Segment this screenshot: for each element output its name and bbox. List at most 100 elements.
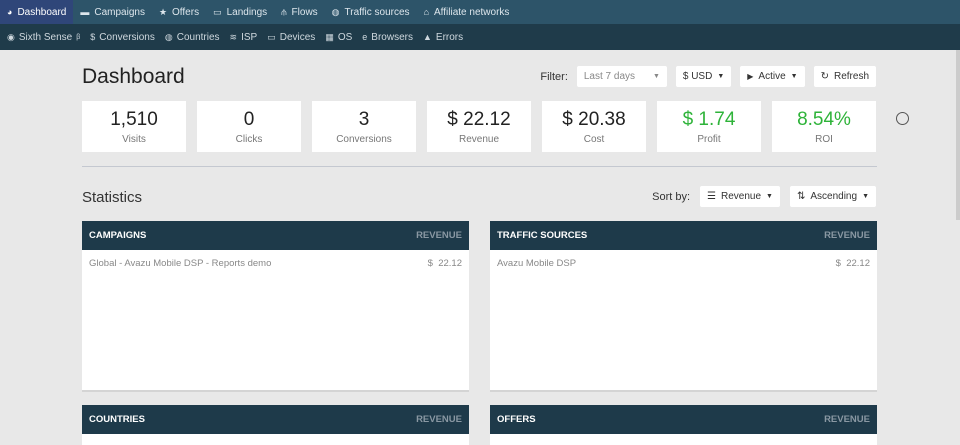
play-icon: ▶	[747, 72, 754, 81]
column-header-revenue[interactable]: REVENUE	[824, 230, 870, 241]
status-value: Active	[758, 71, 786, 82]
caret-down-icon: ▼	[862, 193, 869, 200]
row-value: $ 22.12	[427, 258, 462, 269]
scrollbar[interactable]	[956, 50, 960, 220]
column-header-revenue[interactable]: REVENUE	[824, 414, 870, 425]
nav-item-label: Dashboard	[17, 6, 67, 18]
nav-item-isp[interactable]: ≋ ISP	[225, 24, 263, 50]
stat-value: $ 1.74	[682, 109, 736, 130]
panel-title: CAMPAIGNS	[89, 230, 147, 241]
stat-card-revenue: $ 22.12 Revenue	[427, 101, 531, 152]
stat-value: 0	[243, 109, 255, 130]
briefcase-icon: ▬	[80, 7, 90, 17]
windows-icon: ▦	[325, 31, 334, 42]
stat-label: Revenue	[458, 134, 500, 145]
nav-item-dashboard[interactable]: ◕ Dashboard	[0, 0, 74, 24]
globe-icon: ◍	[331, 6, 340, 17]
stat-value: 3	[358, 109, 370, 130]
status-select[interactable]: ▶ Active ▼	[740, 66, 805, 87]
panel-title: OFFERS	[497, 414, 536, 425]
stat-label: Visits	[122, 134, 146, 145]
globe-icon: ◍	[164, 31, 173, 42]
bank-icon: ⌂	[423, 7, 429, 17]
stat-label: Profit	[697, 134, 721, 145]
stat-card-visits: 1,510 Visits	[82, 101, 186, 152]
beta-badge: β	[76, 33, 81, 41]
sort-bar: Sort by: ☰ Revenue ▼ ⇅ Ascending ▼	[652, 186, 876, 207]
nav-item-label: Traffic sources	[344, 6, 410, 18]
nav-item-countries[interactable]: ◍ Countries	[160, 24, 225, 50]
nav-item-landings[interactable]: ▭ Landings	[206, 0, 274, 24]
date-range-select[interactable]: Last 7 days ▼	[576, 66, 667, 87]
nav-item-traffic-sources[interactable]: ◍ Traffic sources	[325, 0, 417, 24]
ie-icon: e	[362, 32, 368, 42]
stat-card-cost: $ 20.38 Cost	[542, 101, 646, 152]
page-title: Dashboard	[82, 65, 185, 88]
refresh-label: Refresh	[833, 71, 869, 82]
stat-label: Conversions	[336, 134, 392, 145]
warning-icon: ▲	[422, 32, 432, 42]
stat-card-conversions: 3 Conversions	[312, 101, 416, 152]
summary-cards: 1,510 Visits 0 Clicks 3 Conversions $ 22.12 Rev…	[82, 101, 876, 152]
currency-value: $ USD	[682, 71, 713, 82]
sort-order-select[interactable]: ⇅ Ascending ▼	[789, 186, 876, 207]
cursor-indicator	[896, 112, 909, 125]
refresh-button[interactable]: ↻ Refresh	[813, 66, 876, 87]
panel-header: OFFERS REVENUE	[490, 405, 877, 434]
nav-item-label: Affiliate networks	[434, 6, 510, 18]
nav-item-label: Flows	[291, 6, 318, 18]
sort-ascending-icon: ⇅	[796, 191, 806, 202]
caret-down-icon: ▼	[790, 73, 798, 80]
nav-item-campaigns[interactable]: ▬ Campaigns	[73, 0, 152, 24]
column-header-revenue[interactable]: REVENUE	[416, 230, 462, 241]
stat-label: Cost	[583, 134, 605, 145]
stat-value: 8.54%	[797, 109, 851, 130]
primary-nav: ◕ Dashboard ▬ Campaigns ★ Offers ▭ Landings ⫛ Flo…	[0, 0, 960, 24]
dollar-icon: $	[90, 32, 96, 42]
column-header-revenue[interactable]: REVENUE	[416, 414, 462, 425]
nav-item-label: ISP	[241, 31, 258, 43]
nav-item-errors[interactable]: ▲ Errors	[418, 24, 468, 50]
stat-value: 1,510	[110, 109, 158, 130]
nav-item-flows[interactable]: ⫛ Flows	[274, 0, 324, 24]
table-row[interactable]: Global - Avazu Mobile DSP - Reports demo…	[82, 250, 469, 277]
panel-countries: COUNTRIES REVENUE	[82, 405, 469, 445]
nav-item-os[interactable]: ▦ OS	[320, 24, 357, 50]
panel-campaigns: CAMPAIGNS REVENUE Global - Avazu Mobile DS…	[82, 221, 469, 390]
sort-order-value: Ascending	[810, 191, 858, 202]
nav-item-label: Landings	[226, 6, 268, 18]
currency-select[interactable]: $ USD ▼	[675, 66, 732, 87]
nav-item-offers[interactable]: ★ Offers	[152, 0, 206, 24]
sort-field-value: Revenue	[721, 191, 762, 202]
caret-down-icon: ▼	[652, 73, 660, 80]
caret-down-icon: ▼	[717, 73, 725, 80]
stat-card-profit: $ 1.74 Profit	[657, 101, 761, 152]
nav-item-label: Countries	[176, 31, 220, 43]
nav-item-browsers[interactable]: e Browsers	[357, 24, 418, 50]
stat-value: $ 22.12	[447, 109, 511, 130]
filter-bar: Filter: Last 7 days ▼ $ USD ▼ ▶ Active ▼ ↻ Re…	[540, 66, 876, 87]
eye-icon: ◉	[7, 31, 15, 42]
refresh-icon: ↻	[820, 71, 829, 82]
star-icon: ★	[158, 6, 168, 17]
filter-label: Filter:	[540, 70, 568, 83]
panel-offers: OFFERS REVENUE	[490, 405, 877, 445]
nav-item-label: Browsers	[371, 31, 413, 43]
nav-item-label: Sixth Sense	[18, 31, 73, 43]
row-name: Global - Avazu Mobile DSP - Reports demo	[89, 258, 272, 269]
sort-label: Sort by:	[652, 190, 691, 203]
nav-item-affiliate-networks[interactable]: ⌂ Affiliate networks	[417, 0, 517, 24]
caret-down-icon: ▼	[766, 193, 773, 200]
window-icon: ▭	[213, 6, 222, 17]
table-row[interactable]: Avazu Mobile DSP $ 22.12	[490, 250, 877, 277]
sitemap-icon: ⫛	[281, 6, 287, 17]
nav-item-conversions[interactable]: $ Conversions	[85, 24, 160, 50]
panel-header: COUNTRIES REVENUE	[82, 405, 469, 434]
stat-value: $ 20.38	[562, 109, 626, 130]
sort-field-select[interactable]: ☰ Revenue ▼	[700, 186, 780, 207]
nav-item-label: Devices	[279, 31, 316, 43]
nav-item-sixth-sense[interactable]: ◉ Sixth Sense β	[2, 24, 85, 50]
nav-item-devices[interactable]: ▭ Devices	[262, 24, 320, 50]
secondary-nav: ◉ Sixth Sense β $ Conversions ◍ Countries ≋ ISP ▭…	[0, 24, 960, 50]
row-name: Avazu Mobile DSP	[497, 258, 577, 269]
